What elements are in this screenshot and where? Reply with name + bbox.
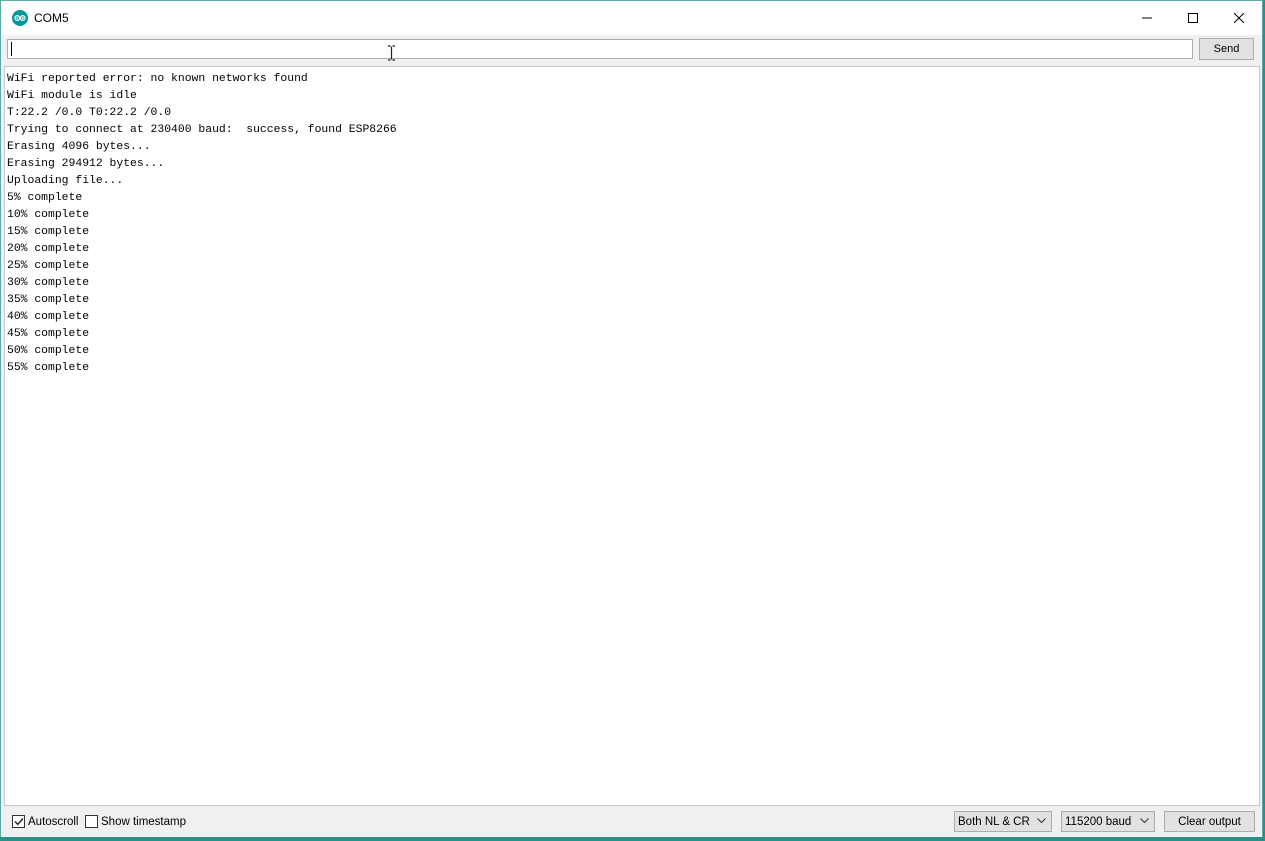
minimize-button[interactable] [1124,1,1170,35]
output-line: 10% complete [7,209,90,221]
status-bar: Autoscroll Show timestamp Both NL & CR 1… [1,807,1262,837]
chevron-down-icon [1037,818,1046,824]
arduino-icon [12,10,28,26]
output-line: 55% complete [7,362,90,374]
ibeam-cursor-icon [388,45,395,61]
close-button[interactable] [1216,1,1262,35]
timestamp-checkbox[interactable] [85,815,98,828]
baud-rate-value: 115200 baud [1065,815,1132,828]
checkmark-icon [14,818,24,826]
send-button[interactable]: Send [1199,38,1254,60]
minimize-icon [1142,17,1152,19]
serial-input[interactable] [7,39,1193,59]
output-line: 15% complete [7,226,90,238]
serial-output-area[interactable]: WiFi reported error: no known networks f… [4,66,1260,806]
baud-rate-dropdown[interactable]: 115200 baud [1061,811,1155,832]
window-title: COM5 [34,11,69,25]
maximize-icon [1188,13,1198,23]
serial-monitor-window: COM5 Send WiFi reported error: no known … [0,0,1263,837]
clear-output-button[interactable]: Clear output [1164,811,1255,832]
autoscroll-label: Autoscroll [28,815,79,828]
output-line: T:22.2 /0.0 T0:22.2 /0.0 [7,107,172,119]
input-row: Send [1,35,1262,65]
output-lines: WiFi reported error: no known networks f… [7,71,397,377]
output-line: 20% complete [7,243,90,255]
output-line: 5% complete [7,192,83,204]
text-caret [11,42,12,56]
line-ending-value: Both NL & CR [958,815,1030,828]
output-line: 40% complete [7,311,90,323]
output-line: 35% complete [7,294,90,306]
chevron-down-icon [1140,818,1149,824]
title-bar[interactable]: COM5 [1,1,1262,35]
output-line: Trying to connect at 230400 baud: succes… [7,124,397,136]
maximize-button[interactable] [1170,1,1216,35]
output-line: WiFi reported error: no known networks f… [7,73,308,85]
autoscroll-toggle[interactable]: Autoscroll [12,815,79,828]
output-line: Erasing 294912 bytes... [7,158,165,170]
autoscroll-checkbox[interactable] [12,815,25,828]
timestamp-toggle[interactable]: Show timestamp [85,815,186,828]
output-line: WiFi module is idle [7,90,137,102]
line-ending-dropdown[interactable]: Both NL & CR [954,811,1052,832]
output-line: Uploading file... [7,175,124,187]
output-line: 45% complete [7,328,90,340]
timestamp-label: Show timestamp [101,815,187,828]
output-line: 50% complete [7,345,90,357]
output-line: 30% complete [7,277,90,289]
output-line: 25% complete [7,260,90,272]
close-icon [1234,13,1244,23]
output-line: Erasing 4096 bytes... [7,141,151,153]
